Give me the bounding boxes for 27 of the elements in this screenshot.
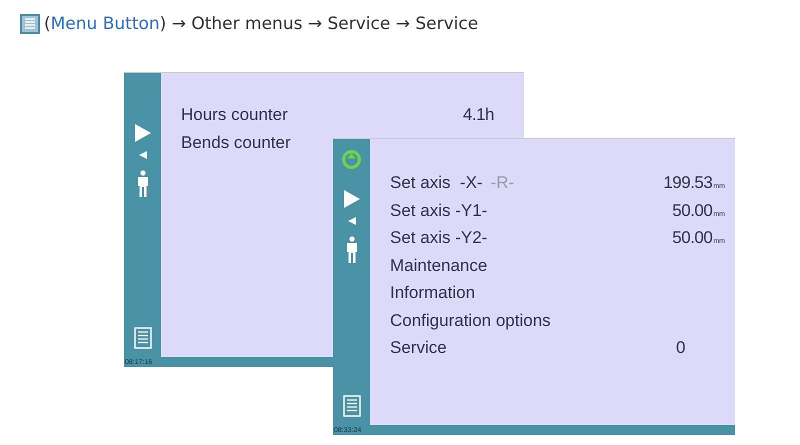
menu-icon[interactable] (342, 395, 360, 417)
play-icon[interactable] (134, 124, 150, 142)
menu-item[interactable]: Set axis -Y2- (390, 228, 488, 248)
axis-label: -R- (490, 173, 514, 193)
value-text: 199.53 (663, 173, 712, 193)
menu-item[interactable]: Maintenance (390, 256, 488, 276)
menu-item[interactable]: Service (390, 338, 447, 358)
menu-item[interactable]: Set axis -Y1- (390, 200, 488, 220)
value-text: 0 (676, 338, 685, 358)
menu-item[interactable]: Set axis -X- (390, 173, 483, 193)
menu-item[interactable]: Bends counter (181, 132, 291, 152)
value-text: 50.00 (672, 228, 712, 248)
menu-icon (20, 14, 40, 34)
value-text: 4.1h (462, 105, 494, 125)
menu-item[interactable]: Configuration options (390, 310, 551, 330)
menu-item[interactable]: Information (390, 283, 476, 303)
menu-button-link[interactable]: Menu Button (50, 14, 160, 34)
breadcrumb-text: (Menu Button) → Other menus → Service → Service (44, 14, 478, 34)
back-icon[interactable] (348, 217, 356, 225)
menu-item[interactable]: Hours counter (181, 105, 288, 125)
power-icon[interactable] (341, 149, 362, 170)
person-icon[interactable] (136, 170, 148, 198)
menu-icon[interactable] (134, 327, 152, 349)
value-text: 50.00 (672, 200, 712, 220)
back-icon[interactable] (138, 151, 146, 159)
play-icon[interactable] (344, 190, 360, 208)
person-icon[interactable] (346, 236, 358, 264)
